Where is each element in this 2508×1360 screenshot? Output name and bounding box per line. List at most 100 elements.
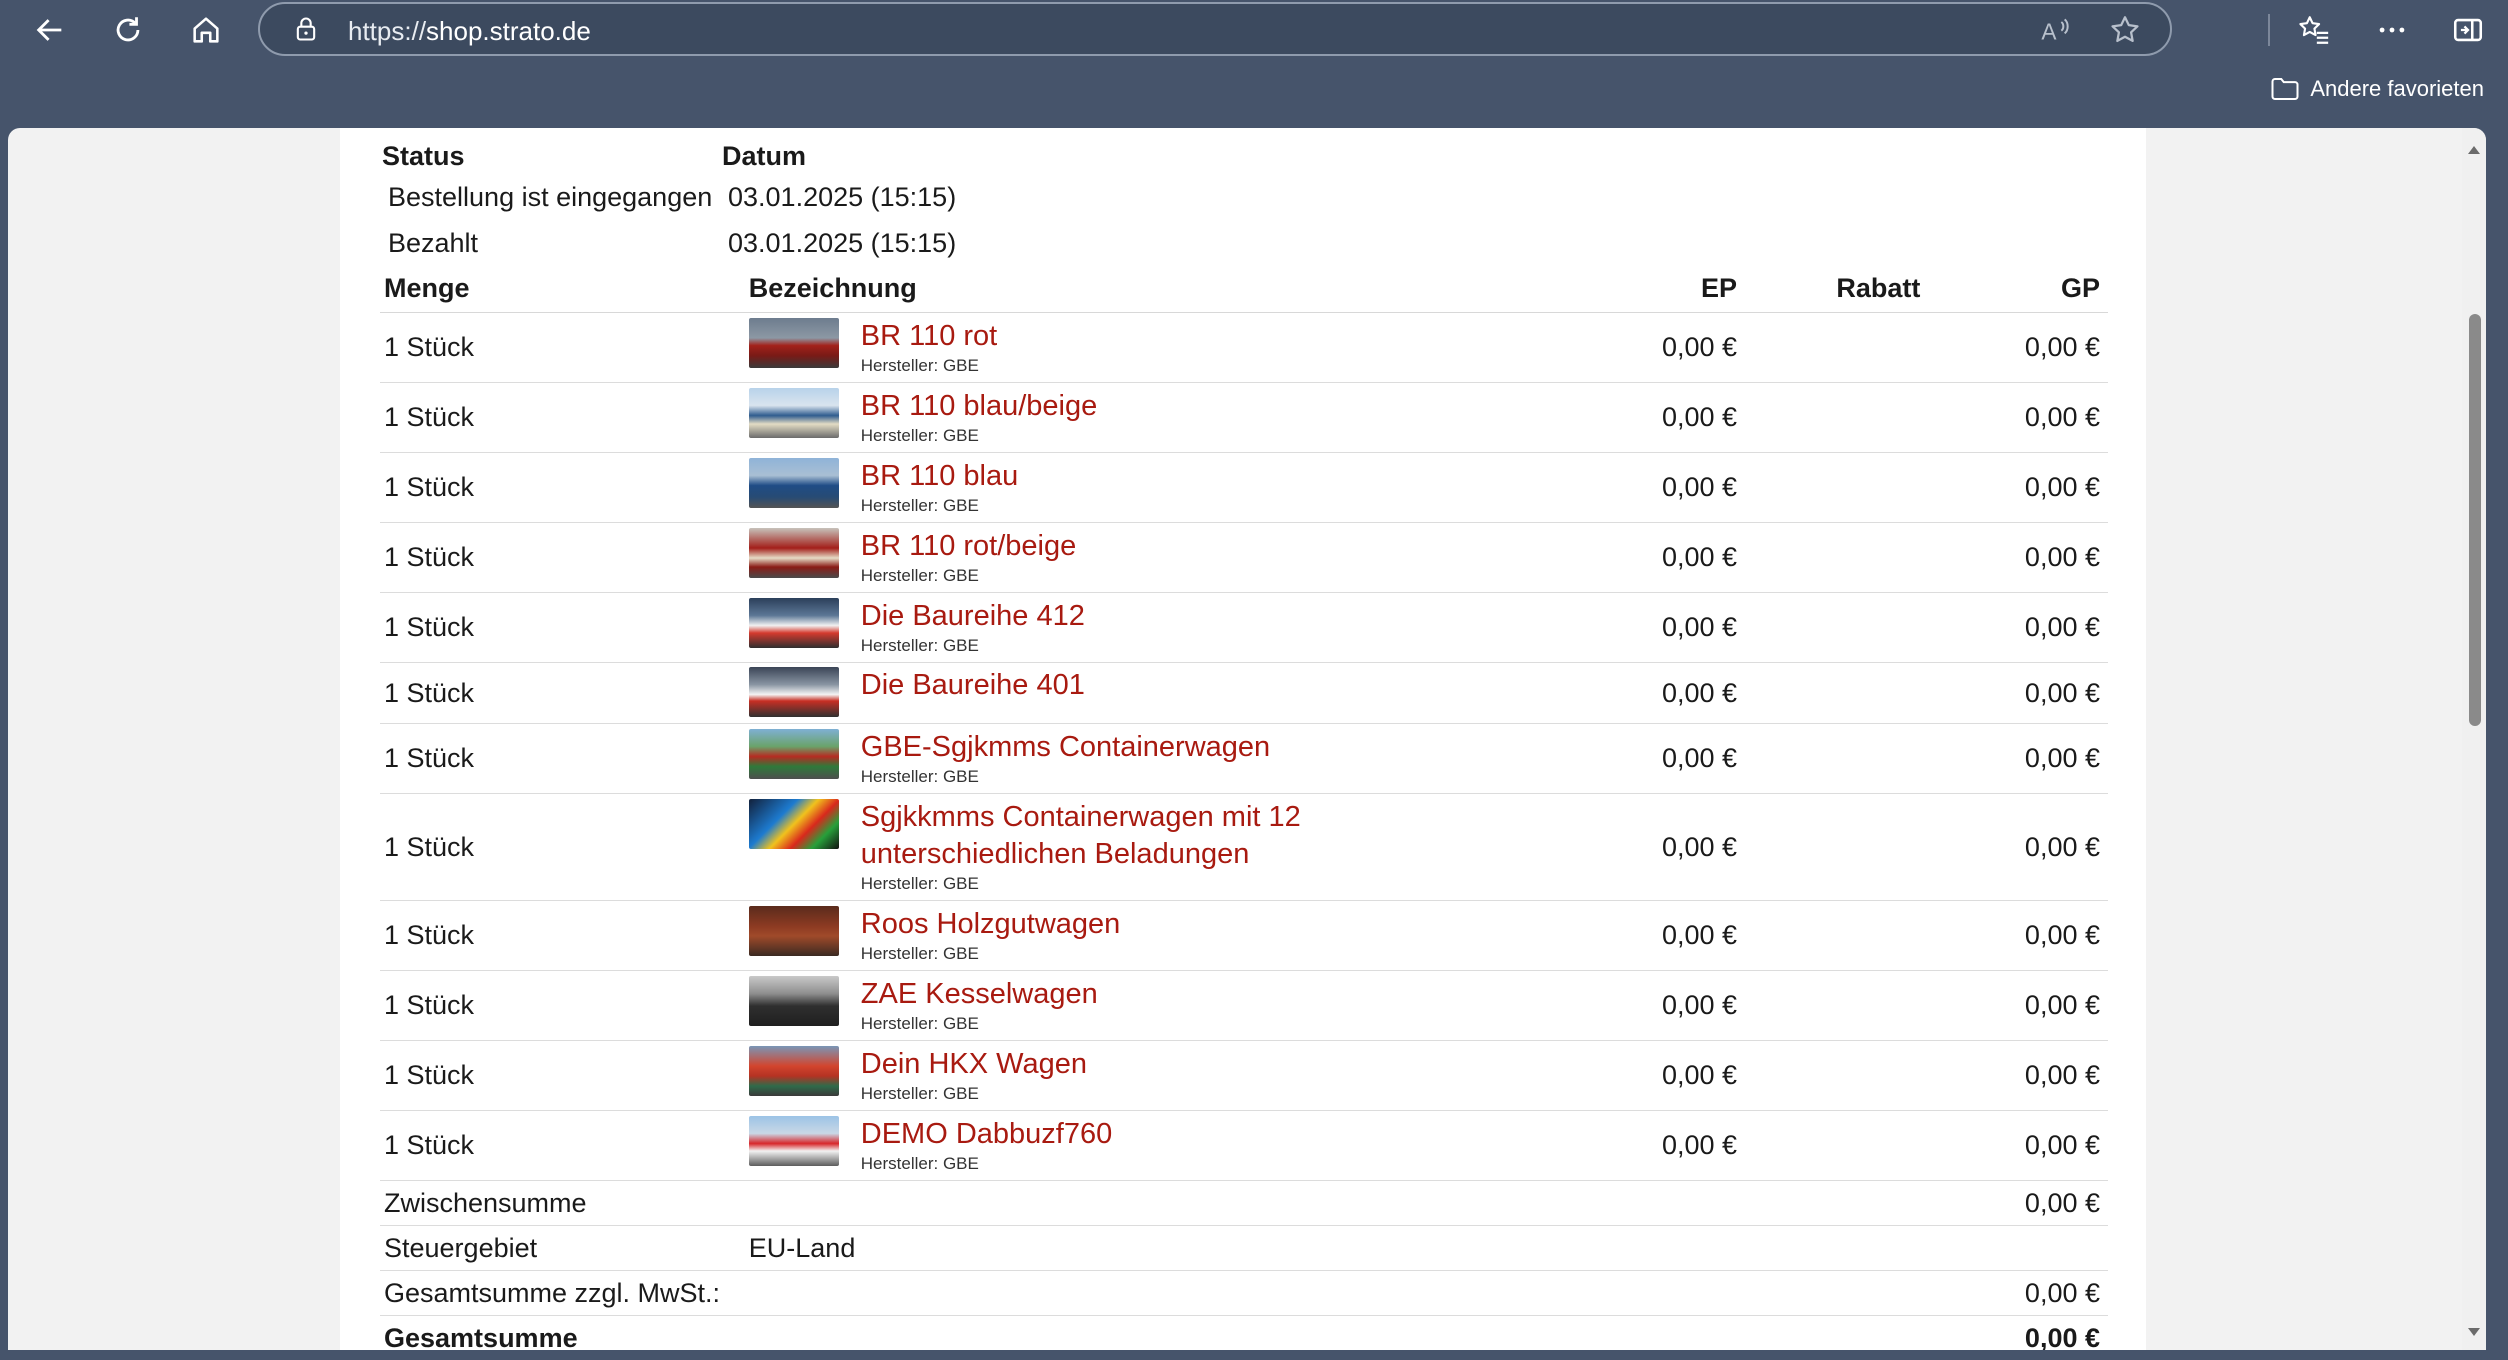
item-thumbnail[interactable]: [748, 1045, 839, 1096]
back-button[interactable]: [28, 8, 72, 52]
ellipsis-icon: [2379, 27, 2405, 33]
unit-price-header: EP: [1591, 264, 1738, 313]
item-title-link[interactable]: Roos Holzgutwagen: [861, 906, 1121, 943]
qty-header: Menge: [380, 264, 749, 313]
item-unit-price: 0,00 €: [1591, 312, 1738, 383]
item-title-link[interactable]: BR 110 rot: [861, 318, 997, 355]
order-status-table: Status Datum Bestellung ist eingegangen …: [380, 128, 2108, 266]
item-discount: [1737, 382, 1921, 453]
item-quantity: 1 Stück: [380, 1110, 749, 1181]
item-discount: [1737, 662, 1921, 724]
item-thumbnail[interactable]: [748, 728, 839, 779]
grand-total-value: 0,00 €: [2024, 1322, 2100, 1351]
favorite-star-icon[interactable]: [2108, 13, 2142, 47]
items-header-row: Menge Bezeichnung EP Rabatt GP: [380, 264, 2108, 313]
item-description: BR 110 rot/beige Hersteller: GBE: [748, 522, 1592, 593]
url-text[interactable]: https://shop.strato.de: [348, 16, 591, 47]
item-title-link[interactable]: GBE-Sgjkmms Containerwagen: [861, 729, 1270, 766]
total-price-header: GP: [1920, 264, 2108, 313]
status-text: Bezahlt: [388, 227, 479, 258]
item-description: DEMO Dabbuzf760 Hersteller: GBE: [748, 1110, 1592, 1181]
item-total-price: 0,00 €: [1920, 1110, 2108, 1181]
order-items-table: Menge Bezeichnung EP Rabatt GP 1 Stück BR…: [380, 264, 2108, 1350]
item-thumbnail[interactable]: [748, 597, 839, 648]
item-title-link[interactable]: Sgjkkmms Containerwagen mit 12 unterschi…: [861, 799, 1331, 873]
item-thumbnail[interactable]: [748, 798, 839, 849]
item-discount: [1737, 1040, 1921, 1111]
item-manufacturer: Hersteller: GBE: [860, 1013, 979, 1033]
item-thumbnail[interactable]: [748, 317, 839, 368]
favorites-folder-other[interactable]: Andere favorieten: [2270, 76, 2484, 102]
item-thumbnail[interactable]: [748, 905, 839, 956]
item-title-link[interactable]: Die Baureihe 401: [861, 667, 1085, 704]
read-aloud-icon[interactable]: A: [2040, 14, 2072, 46]
item-title-link[interactable]: BR 110 rot/beige: [861, 528, 1077, 565]
status-row: Bestellung ist eingegangen 03.01.2025 (1…: [380, 174, 2108, 220]
item-description: ZAE Kesselwagen Hersteller: GBE: [748, 970, 1592, 1041]
item-row: 1 Stück BR 110 rot Hersteller: GBE 0,00 €0,…: [380, 312, 2108, 383]
item-title-link[interactable]: BR 110 blau/beige: [861, 388, 1097, 425]
scroll-up-arrow-icon[interactable]: [2468, 146, 2480, 154]
item-row: 1 Stück ZAE Kesselwagen Hersteller: GBE 0,0…: [380, 970, 2108, 1041]
status-date: 03.01.2025 (15:15): [728, 227, 957, 258]
lock-icon[interactable]: [292, 15, 320, 43]
item-thumbnail[interactable]: [748, 975, 839, 1026]
item-discount: [1737, 312, 1921, 383]
tax-region-row: Steuergebiet EU-Land: [380, 1225, 2108, 1271]
description-header: Bezeichnung: [748, 264, 1592, 313]
subtotal-value: 0,00 €: [1920, 1180, 2108, 1226]
item-total-price: 0,00 €: [1920, 723, 2108, 794]
status-row: Bezahlt 03.01.2025 (15:15): [380, 220, 2108, 266]
item-thumbnail[interactable]: [748, 667, 839, 717]
item-title-link[interactable]: ZAE Kesselwagen: [861, 976, 1098, 1013]
home-button[interactable]: [184, 8, 228, 52]
item-quantity: 1 Stück: [380, 452, 749, 523]
item-description: Roos Holzgutwagen Hersteller: GBE: [748, 900, 1592, 971]
item-quantity: 1 Stück: [380, 793, 749, 901]
item-unit-price: 0,00 €: [1591, 723, 1738, 794]
item-discount: [1737, 1110, 1921, 1181]
item-thumbnail[interactable]: [748, 527, 839, 578]
item-total-price: 0,00 €: [1920, 970, 2108, 1041]
item-discount: [1737, 970, 1921, 1041]
item-discount: [1737, 793, 1921, 901]
status-date: 03.01.2025 (15:15): [728, 181, 957, 212]
sidebar-toggle-button[interactable]: [2446, 8, 2490, 52]
home-icon: [193, 17, 219, 43]
item-row: 1 Stück DEMO Dabbuzf760 Hersteller: GBE 0,0…: [380, 1110, 2108, 1181]
browser-toolbar: https://shop.strato.de A: [0, 0, 2508, 60]
item-row: 1 Stück GBE-Sgjkmms Containerwagen Herstel…: [380, 723, 2108, 794]
scroll-down-arrow-icon[interactable]: [2468, 1328, 2480, 1336]
address-bar[interactable]: https://shop.strato.de A: [258, 2, 2172, 56]
net-total-row: Gesamtsumme zzgl. MwSt.: 0,00 €: [380, 1270, 2108, 1316]
item-title-link[interactable]: BR 110 blau: [861, 458, 1018, 495]
item-manufacturer: Hersteller: GBE: [860, 1083, 979, 1103]
item-total-price: 0,00 €: [1920, 1040, 2108, 1111]
refresh-button[interactable]: [106, 8, 150, 52]
item-manufacturer: Hersteller: GBE: [860, 873, 979, 893]
status-header: Status: [382, 141, 465, 171]
item-unit-price: 0,00 €: [1591, 1110, 1738, 1181]
scrollbar-thumb[interactable]: [2469, 314, 2481, 726]
refresh-icon: [116, 17, 140, 42]
grand-total-label: Gesamtsumme: [384, 1322, 578, 1351]
vertical-scrollbar[interactable]: [2462, 128, 2486, 1350]
item-row: 1 Stück BR 110 blau/beige Hersteller: GBE 0…: [380, 382, 2108, 453]
grand-total-row: Gesamtsumme 0,00 €: [380, 1316, 2108, 1351]
item-title-link[interactable]: Die Baureihe 412: [861, 598, 1085, 635]
item-quantity: 1 Stück: [380, 970, 749, 1041]
item-title-link[interactable]: Dein HKX Wagen: [861, 1046, 1087, 1083]
item-thumbnail[interactable]: [748, 457, 839, 508]
status-text: Bestellung ist eingegangen: [388, 181, 713, 212]
item-total-price: 0,00 €: [1920, 382, 2108, 453]
item-unit-price: 0,00 €: [1591, 970, 1738, 1041]
item-description: BR 110 blau/beige Hersteller: GBE: [748, 382, 1592, 453]
item-thumbnail[interactable]: [748, 1115, 839, 1166]
more-options-button[interactable]: [2370, 8, 2414, 52]
item-title-link[interactable]: DEMO Dabbuzf760: [861, 1116, 1112, 1153]
favorites-button[interactable]: [2292, 8, 2336, 52]
back-arrow-icon: [36, 19, 62, 41]
item-manufacturer: Hersteller: GBE: [860, 565, 979, 585]
item-thumbnail[interactable]: [748, 387, 839, 438]
favorites-list-icon: [2299, 16, 2329, 44]
